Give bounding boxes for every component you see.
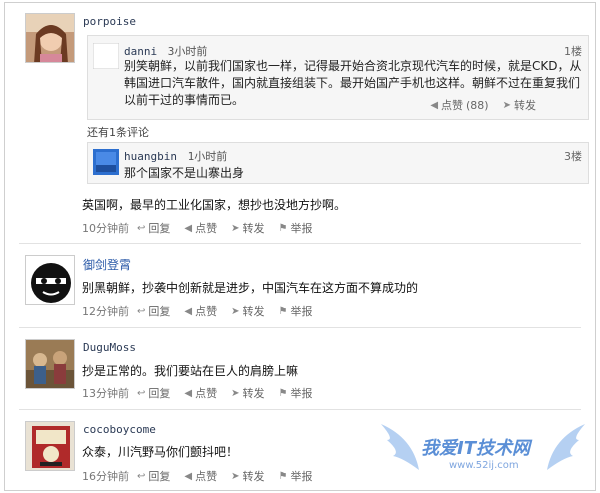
reply-label: 回复 <box>148 470 171 483</box>
thumbs-up-icon: ◀ <box>430 99 439 111</box>
comment-item: cocoboycome 众泰，川汽野马你们颤抖吧！ 16分钟前 ↩ 回复 ◀ 点赞 … <box>5 413 595 490</box>
like-label: 点赞 <box>195 305 218 318</box>
username[interactable]: DuguMoss <box>83 341 136 354</box>
comment-actions: 10分钟前 ↩ 回复 ◀ 点赞 ➤ 转发 ⚑ 举报 <box>82 220 326 236</box>
flag-icon: ⚑ <box>278 470 288 482</box>
forward-label: 转发 <box>514 99 536 112</box>
reply-label: 回复 <box>148 387 171 400</box>
like-label: 点赞 <box>441 99 464 112</box>
floor-number: 3楼 <box>564 150 582 163</box>
forward-icon: ➤ <box>502 99 511 111</box>
report-button[interactable]: ⚑ 举报 <box>278 220 312 236</box>
like-label: 点赞 <box>195 222 218 235</box>
comment-actions: 16分钟前 ↩ 回复 ◀ 点赞 ➤ 转发 ⚑ 举报 <box>82 468 326 484</box>
divider <box>19 409 581 410</box>
forward-label: 转发 <box>242 470 265 483</box>
reply-icon: ↩ <box>137 387 146 399</box>
flag-icon: ⚑ <box>278 305 288 317</box>
report-button[interactable]: ⚑ 举报 <box>278 303 312 319</box>
forward-icon: ➤ <box>231 387 240 399</box>
quote-username: danni 3小时前 <box>124 43 207 59</box>
like-button[interactable]: ◀ 点赞 (88) <box>430 97 488 113</box>
thumbs-up-icon: ◀ <box>184 470 193 482</box>
like-button[interactable]: ◀ 点赞 <box>184 220 217 236</box>
report-button[interactable]: ⚑ 举报 <box>278 468 312 484</box>
more-comments-link[interactable]: 还有1条评论 <box>87 124 149 140</box>
report-label: 举报 <box>290 470 313 483</box>
reply-icon: ↩ <box>137 222 146 234</box>
forward-icon: ➤ <box>231 305 240 317</box>
comment-time: 16分钟前 <box>82 470 129 483</box>
flag-icon: ⚑ <box>278 387 288 399</box>
quote-username-text[interactable]: danni <box>124 45 157 58</box>
floor-number: 1楼 <box>564 45 582 58</box>
reply-button[interactable]: ↩ 回复 <box>137 220 170 236</box>
forward-button[interactable]: ➤ 转发 <box>231 385 264 401</box>
comment-time: 13分钟前 <box>82 387 129 400</box>
reply-button[interactable]: ↩ 回复 <box>137 385 170 401</box>
comment-item: DuguMoss 抄是正常的。我们要站在巨人的肩膀上嘛 13分钟前 ↩ 回复 ◀ 点… <box>5 331 595 407</box>
username[interactable]: cocoboycome <box>83 423 156 436</box>
comment-text: 别黑朝鲜，抄袭中创新就是进步，中国汽车在这方面不算成功的 <box>82 281 419 295</box>
forward-button[interactable]: ➤ 转发 <box>231 468 264 484</box>
reply-text: 那个国家不是山寨出身 <box>124 166 245 180</box>
reply-time: 1小时前 <box>187 150 228 163</box>
thumbs-up-icon: ◀ <box>184 387 193 399</box>
avatar[interactable] <box>92 42 120 70</box>
reply-button[interactable]: ↩ 回复 <box>137 468 170 484</box>
like-label: 点赞 <box>195 470 218 483</box>
username[interactable]: 御剑登霄 <box>83 256 131 273</box>
report-label: 举报 <box>290 305 313 318</box>
reply-icon: ↩ <box>137 470 146 482</box>
comment-text: 抄是正常的。我们要站在巨人的肩膀上嘛 <box>82 364 299 378</box>
report-label: 举报 <box>290 222 313 235</box>
report-label: 举报 <box>290 387 313 400</box>
forward-button[interactable]: ➤ 转发 <box>231 220 264 236</box>
forward-icon: ➤ <box>231 222 240 234</box>
comment-item: porpoise danni 3小时前 1楼 别笑朝鲜，以前我们国家也一样，记得… <box>5 3 595 241</box>
like-count: (88) <box>466 98 489 112</box>
forward-label: 转发 <box>242 387 265 400</box>
like-button[interactable]: ◀ 点赞 <box>184 468 217 484</box>
comment-time: 12分钟前 <box>82 305 129 318</box>
quote-actions: ◀ 点赞 (88) ➤ 转发 <box>430 97 550 113</box>
report-button[interactable]: ⚑ 举报 <box>278 385 312 401</box>
comment-text: 众泰，川汽野马你们颤抖吧！ <box>82 445 239 459</box>
like-label: 点赞 <box>195 387 218 400</box>
quoted-comment: danni 3小时前 1楼 别笑朝鲜，以前我们国家也一样，记得最开始合资北京现代… <box>87 35 589 120</box>
reply-label: 回复 <box>148 305 171 318</box>
comment-time: 10分钟前 <box>82 222 129 235</box>
forward-icon: ➤ <box>231 470 240 482</box>
like-button[interactable]: ◀ 点赞 <box>184 385 217 401</box>
comment-text: 英国啊，最早的工业化国家，想抄也没地方抄啊。 <box>82 198 347 212</box>
forward-label: 转发 <box>242 222 265 235</box>
forward-label: 转发 <box>242 305 265 318</box>
forward-button[interactable]: ➤ 转发 <box>231 303 264 319</box>
comment-item: 御剑登霄 别黑朝鲜，抄袭中创新就是进步，中国汽车在这方面不算成功的 12分钟前 … <box>5 247 595 325</box>
username[interactable]: porpoise <box>83 15 136 28</box>
comment-actions: 13分钟前 ↩ 回复 ◀ 点赞 ➤ 转发 ⚑ 举报 <box>82 385 326 401</box>
avatar[interactable] <box>93 149 119 175</box>
avatar[interactable] <box>25 255 75 305</box>
thumbs-up-icon: ◀ <box>184 222 193 234</box>
reply-label: 回复 <box>148 222 171 235</box>
quote-time: 3小时前 <box>167 45 208 58</box>
flag-icon: ⚑ <box>278 222 288 234</box>
reply-button[interactable]: ↩ 回复 <box>137 303 170 319</box>
divider <box>19 327 581 328</box>
avatar[interactable] <box>25 13 75 63</box>
avatar[interactable] <box>25 421 75 471</box>
comment-actions: 12分钟前 ↩ 回复 ◀ 点赞 ➤ 转发 ⚑ 举报 <box>82 303 326 319</box>
reply-username-text[interactable]: huangbin <box>124 150 177 163</box>
divider <box>19 243 581 244</box>
comment-feed: porpoise danni 3小时前 1楼 别笑朝鲜，以前我们国家也一样，记得… <box>4 2 596 491</box>
reply-comment: huangbin 1小时前 3楼 那个国家不是山寨出身 <box>87 142 589 184</box>
thumbs-up-icon: ◀ <box>184 305 193 317</box>
like-button[interactable]: ◀ 点赞 <box>184 303 217 319</box>
reply-icon: ↩ <box>137 305 146 317</box>
avatar[interactable] <box>25 339 75 389</box>
reply-username: huangbin 1小时前 <box>124 148 227 164</box>
forward-button[interactable]: ➤ 转发 <box>503 97 536 113</box>
